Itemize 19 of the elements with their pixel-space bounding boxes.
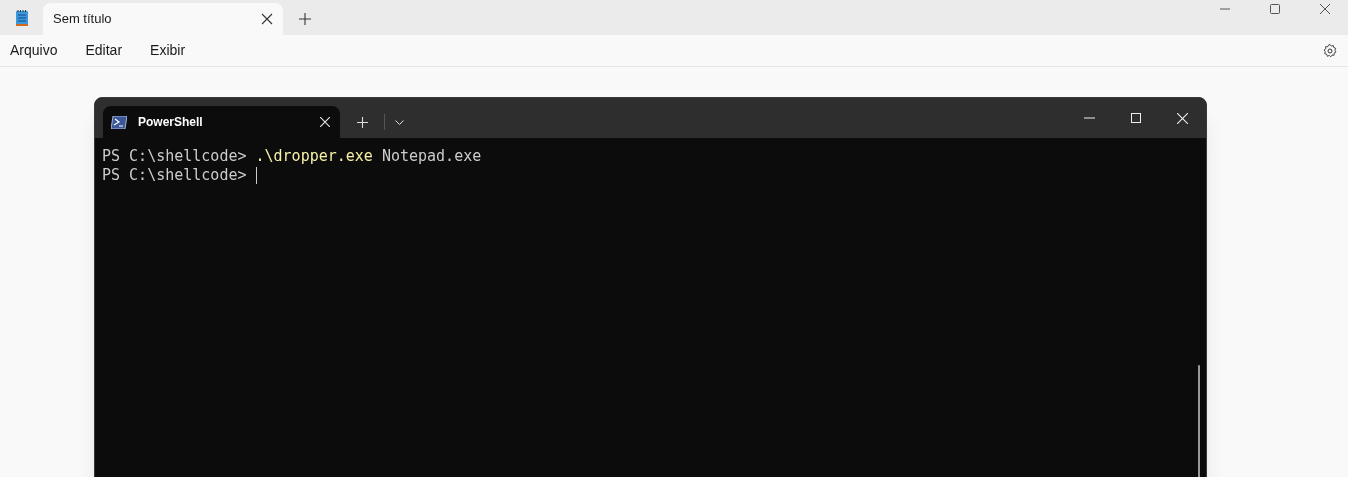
tab-title: Sem título (53, 10, 112, 29)
menu-item[interactable]: Arquivo (10, 40, 58, 61)
tab-title: PowerShell (138, 114, 203, 131)
maximize-icon[interactable] (1270, 4, 1280, 14)
menu-item[interactable]: Exibir (150, 40, 186, 61)
terminal-tab[interactable]: PowerShell (103, 106, 340, 138)
settings-icon[interactable] (1322, 42, 1338, 59)
menu-item[interactable]: Editar (85, 40, 123, 61)
close-icon[interactable] (1320, 4, 1330, 14)
command: .\dropper.exe (255, 147, 373, 166)
plus-icon[interactable] (299, 13, 311, 25)
powershell-icon (111, 115, 127, 129)
chevron-down-icon[interactable] (394, 119, 404, 125)
prompt: PS C:\shellcode> (102, 147, 247, 166)
notepad-icon (14, 8, 29, 27)
close-icon[interactable] (261, 13, 273, 25)
prompt: PS C:\shellcode> (102, 166, 247, 185)
editor-tab[interactable]: Sem título (43, 3, 283, 35)
command-argument: Notepad.exe (381, 147, 482, 166)
